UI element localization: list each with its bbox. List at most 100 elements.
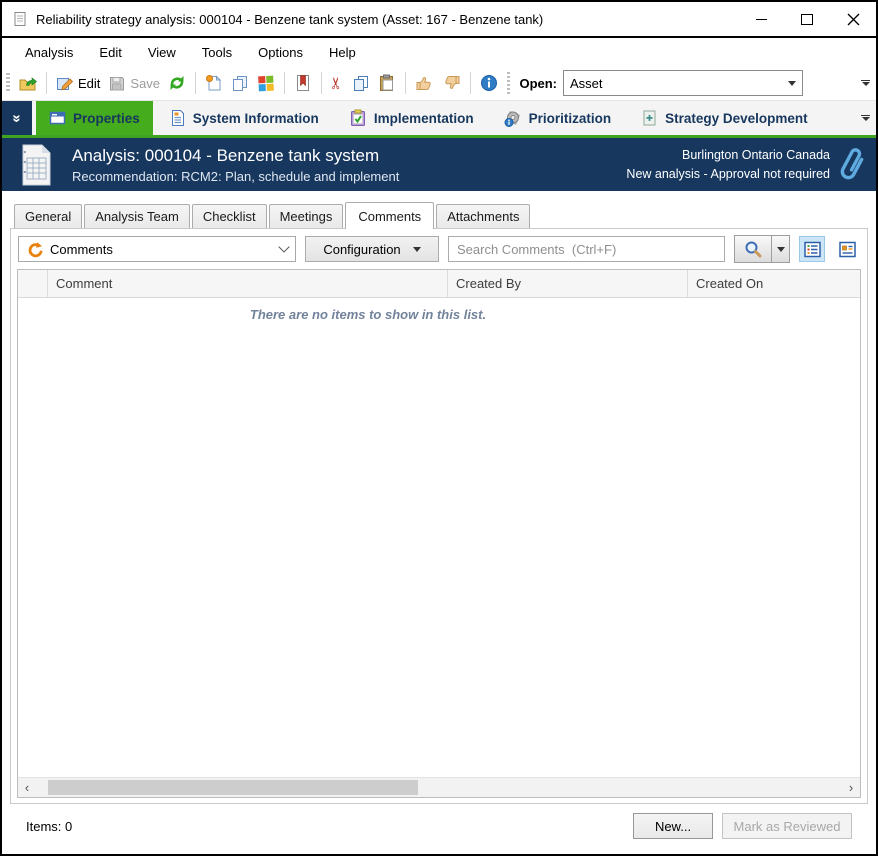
tab-implementation[interactable]: Implementation [336, 101, 487, 135]
tab-meetings[interactable]: Meetings [268, 204, 344, 228]
tab-prioritization[interactable]: Prioritization [491, 101, 625, 135]
menu-tools[interactable]: Tools [189, 41, 245, 64]
double-chevron-down-icon: » [8, 113, 26, 123]
banner-location: Burlington Ontario Canada [681, 147, 830, 162]
toolbar-separator [284, 72, 286, 94]
report-button[interactable] [290, 72, 316, 94]
toolbar-overflow-arrow [861, 82, 870, 86]
app-document-icon [14, 12, 26, 26]
tab-strategy-development[interactable]: Strategy Development [628, 101, 821, 135]
menu-view[interactable]: View [135, 41, 189, 64]
search-button[interactable] [735, 236, 771, 262]
info-button[interactable] [476, 72, 502, 94]
new-item-icon [206, 75, 222, 91]
toolbar-separator [470, 72, 472, 94]
report-icon [297, 75, 310, 91]
scroll-right-arrow[interactable]: › [842, 779, 860, 796]
maximize-button[interactable] [784, 2, 830, 36]
toolbar-overflow-button[interactable] [861, 80, 870, 86]
chevron-down-icon [788, 80, 797, 86]
implementation-icon [350, 109, 365, 126]
toolbar-separator [507, 72, 511, 94]
edit-button-label: Edit [78, 75, 101, 91]
collapse-ribbon-button[interactable]: » [2, 101, 32, 135]
search-options-button[interactable] [771, 236, 789, 262]
open-asset-dropdown[interactable]: Asset [563, 70, 804, 96]
thumbs-up-icon [416, 76, 432, 90]
search-split-button [734, 235, 790, 263]
menu-edit[interactable]: Edit [86, 41, 134, 64]
ribbon-overflow-button[interactable] [861, 115, 870, 121]
scrollbar-thumb[interactable] [48, 780, 418, 795]
menu-bar: Analysis Edit View Tools Options Help [2, 38, 876, 66]
tab-properties-label: Properties [73, 110, 140, 126]
items-count: Items: 0 [26, 818, 73, 834]
configuration-button[interactable]: Configuration [305, 236, 439, 262]
maximize-icon [801, 13, 813, 25]
edit-button[interactable]: Edit [52, 72, 104, 94]
scroll-left-arrow[interactable]: ‹ [18, 779, 36, 796]
menu-options[interactable]: Options [245, 41, 316, 64]
tab-general[interactable]: General [14, 204, 83, 228]
tab-attachments[interactable]: Attachments [436, 204, 531, 228]
detail-view-button[interactable] [834, 236, 860, 262]
tab-system-information-label: System Information [192, 110, 319, 126]
toolbar-separator [321, 72, 323, 94]
title-bar: Reliability strategy analysis: 000104 - … [2, 2, 876, 38]
horizontal-scrollbar[interactable]: ‹ › [18, 777, 860, 797]
open-item-button[interactable] [14, 72, 41, 94]
mark-as-reviewed-button[interactable]: Mark as Reviewed [722, 813, 852, 839]
close-button[interactable] [830, 2, 876, 36]
edit-icon [57, 78, 74, 91]
paperclip-icon[interactable] [838, 142, 868, 188]
comments-view-value: Comments [50, 241, 113, 257]
empty-list-message: There are no items to show in this list. [249, 307, 487, 322]
copy-button[interactable] [348, 72, 374, 94]
paste-icon [380, 74, 394, 91]
search-comments-input[interactable] [448, 236, 725, 262]
copy-item-button[interactable] [227, 72, 253, 94]
tab-analysis-team[interactable]: Analysis Team [84, 204, 190, 228]
new-button[interactable]: New... [633, 813, 713, 839]
new-item-button[interactable] [201, 72, 227, 94]
banner-title: Analysis: 000104 - Benzene tank system [72, 145, 380, 165]
banner-info: Burlington Ontario Canada New analysis -… [626, 146, 830, 184]
detail-view-icon [838, 241, 856, 257]
ribbon-overflow-arrow [861, 117, 870, 121]
column-comment[interactable]: Comment [48, 270, 448, 297]
window-properties-icon [49, 111, 66, 125]
column-selector[interactable] [18, 270, 48, 297]
toolbar-separator [405, 72, 407, 94]
windows-button[interactable] [253, 72, 279, 94]
strategy-development-icon [643, 110, 656, 126]
minimize-button[interactable] [738, 2, 784, 36]
comments-view-selector[interactable]: Comments [18, 236, 296, 262]
menu-help[interactable]: Help [316, 41, 369, 64]
menu-analysis[interactable]: Analysis [12, 41, 86, 64]
thumbs-up-button[interactable] [411, 72, 438, 94]
tab-prioritization-label: Prioritization [528, 110, 612, 126]
column-created-by[interactable]: Created By [448, 270, 688, 297]
banner-subtitle: Recommendation: RCM2: Plan, schedule and… [72, 168, 400, 184]
toolbar: Edit Save ✂ Open: Asset [2, 66, 876, 101]
paste-button[interactable] [374, 72, 400, 94]
list-view-icon [803, 241, 821, 257]
list-view-button[interactable] [799, 236, 825, 262]
save-button[interactable]: Save [104, 72, 164, 94]
column-created-on[interactable]: Created On [688, 270, 860, 297]
cut-button[interactable]: ✂ [327, 73, 348, 93]
open-asset-value: Asset [570, 75, 603, 91]
banner-approval-status: New analysis - Approval not required [626, 166, 830, 181]
toolbar-grip[interactable] [6, 73, 10, 93]
tab-comments[interactable]: Comments [345, 202, 435, 229]
thumbs-down-button[interactable] [438, 72, 465, 94]
info-icon [481, 75, 498, 91]
refresh-button[interactable] [164, 72, 190, 94]
tab-checklist[interactable]: Checklist [191, 204, 267, 228]
tab-properties[interactable]: Properties [36, 101, 153, 135]
comments-tab-panel: Comments Configuration Comment Created B… [10, 228, 868, 804]
cut-icon: ✂ [328, 76, 346, 90]
tab-system-information[interactable]: System Information [157, 101, 332, 135]
toolbar-separator [46, 72, 47, 94]
open-label: Open: [519, 75, 558, 91]
